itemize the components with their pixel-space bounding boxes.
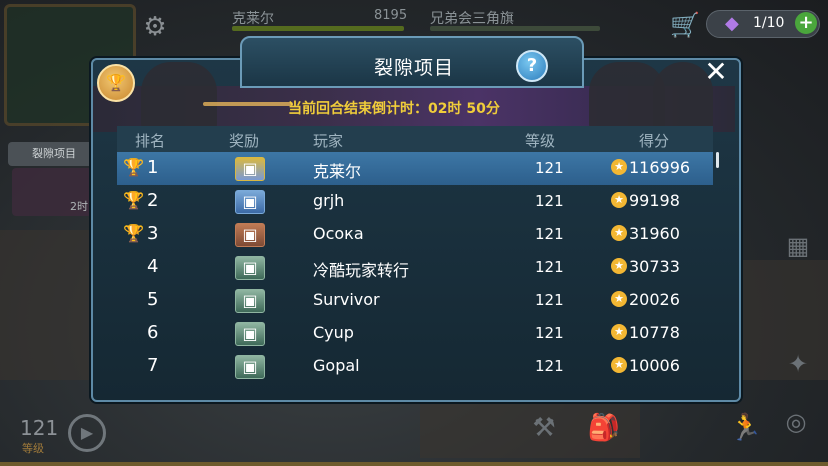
- star-icon: ★: [611, 291, 627, 307]
- target-icon[interactable]: ◎: [778, 404, 814, 440]
- leaderboard-row[interactable]: 🏆 ▣ ★ 2 grjh 121 99198: [117, 185, 713, 218]
- hud-player-name: 克莱尔: [232, 11, 274, 27]
- leaderboard-row[interactable]: ▣ ★ 6 Cyup 121 10778: [117, 317, 713, 350]
- silver-cup-icon: 🏆: [123, 191, 145, 211]
- column-level: 等级: [525, 132, 556, 150]
- banner-soldier-left: [141, 62, 217, 132]
- hud-guild-bar: [430, 26, 600, 31]
- star-icon: ★: [611, 225, 627, 241]
- hud-progress-bar: [232, 26, 404, 31]
- close-button[interactable]: ✕: [700, 56, 732, 88]
- rank-number: 2: [147, 190, 159, 211]
- anvil-icon[interactable]: ⚒: [526, 410, 562, 446]
- round-countdown: 当前回合结束倒计时：02时 50分: [288, 101, 500, 117]
- trophy-icon[interactable]: 🏆: [97, 64, 135, 102]
- leaderboard-row[interactable]: 🏆 ▣ ★ 1 克莱尔 121 116996: [117, 152, 713, 185]
- rank-number: 4: [147, 256, 159, 277]
- scene-building: [0, 230, 90, 380]
- backpack-icon[interactable]: 🎒: [586, 410, 622, 446]
- player-level-value: 121: [20, 416, 59, 440]
- weapon-icon[interactable]: ✦: [780, 346, 816, 382]
- add-energy-button[interactable]: +: [795, 12, 817, 34]
- leaderboard-row[interactable]: ▣ ★ 5 Survivor 121 20026: [117, 284, 713, 317]
- dialog-title: 裂隙项目: [373, 57, 454, 79]
- column-reward: 奖励: [229, 132, 260, 150]
- bottom-strip: [0, 462, 828, 466]
- rank-number: 5: [147, 289, 159, 310]
- leaderboard-rows: 🏆 ▣ ★ 1 克莱尔 121 116996 🏆 ▣ ★ 2 grjh 121 99198 🏆 ▣ ★ 3 Осок…: [117, 152, 713, 382]
- player-name: Survivor: [313, 290, 380, 309]
- green-crate-icon[interactable]: ▣: [235, 289, 265, 313]
- player-score: 20026: [629, 290, 680, 309]
- player-score: 116996: [629, 158, 691, 177]
- player-level: 121: [535, 324, 564, 342]
- player-name: Осока: [313, 224, 364, 243]
- player-name: Cyup: [313, 323, 354, 342]
- hud-guild-name: 兄弟会三角旗: [430, 11, 514, 27]
- player-level: 121: [535, 159, 564, 177]
- column-rank: 排名: [135, 132, 166, 150]
- base-icon[interactable]: ▦: [780, 228, 816, 264]
- gear-icon[interactable]: ⚙: [140, 12, 170, 42]
- help-button[interactable]: ?: [516, 50, 548, 82]
- leaderboard-row[interactable]: ▣ ★ 4 冷酷玩家转行 121 30733: [117, 251, 713, 284]
- replay-icon[interactable]: ▶: [68, 414, 106, 452]
- hud-score: 8195: [374, 8, 408, 23]
- banner-muzzle-flash: [203, 102, 293, 106]
- bronze-cup-icon: 🏆: [123, 224, 145, 244]
- star-icon: ★: [611, 258, 627, 274]
- gold-crate-icon[interactable]: ▣: [235, 157, 265, 181]
- energy-counter: ◆ 1/10 +: [706, 10, 820, 38]
- player-level: 121: [535, 291, 564, 309]
- bronze-crate-icon[interactable]: ▣: [235, 223, 265, 247]
- blue-crate-icon[interactable]: ▣: [235, 190, 265, 214]
- star-icon: ★: [611, 192, 627, 208]
- green-crate-icon[interactable]: ▣: [235, 256, 265, 280]
- rank-number: 7: [147, 355, 159, 376]
- rank-number: 3: [147, 223, 159, 244]
- player-score: 99198: [629, 191, 680, 210]
- energy-value: 1/10: [753, 15, 785, 31]
- leaderboard-scrollbar[interactable]: [716, 152, 719, 168]
- gold-cup-icon: 🏆: [123, 158, 145, 178]
- shop-cart-icon[interactable]: 🛒: [668, 10, 702, 40]
- player-score: 31960: [629, 224, 680, 243]
- player-level: 121: [535, 225, 564, 243]
- column-score: 得分: [639, 132, 670, 150]
- player-level: 121: [535, 357, 564, 375]
- player-score: 10006: [629, 356, 680, 375]
- player-name: grjh: [313, 191, 345, 210]
- left-tab-rift-project[interactable]: 裂隙项目: [8, 142, 100, 166]
- player-score: 10778: [629, 323, 680, 342]
- left-event-thumbnail[interactable]: 2时: [12, 168, 92, 216]
- energy-crystal-icon: ◆: [725, 13, 739, 34]
- green-crate-icon[interactable]: ▣: [235, 322, 265, 346]
- player-name: 冷酷玩家转行: [313, 261, 410, 280]
- rank-number: 6: [147, 322, 159, 343]
- player-name: Gopal: [313, 356, 360, 375]
- runner-icon[interactable]: 🏃: [728, 410, 764, 446]
- leaderboard-header: 排名 奖励 玩家 等级 得分: [117, 126, 713, 152]
- green-crate-icon[interactable]: ▣: [235, 355, 265, 379]
- column-player: 玩家: [313, 132, 344, 150]
- player-score: 30733: [629, 257, 680, 276]
- star-icon: ★: [611, 159, 627, 175]
- rank-number: 1: [147, 157, 159, 178]
- left-thumb-timer: 2时: [70, 200, 88, 213]
- leaderboard-row[interactable]: 🏆 ▣ ★ 3 Осока 121 31960: [117, 218, 713, 251]
- player-level: 121: [535, 258, 564, 276]
- player-level: 121: [535, 192, 564, 210]
- player-level-label: 等级: [22, 442, 44, 455]
- star-icon: ★: [611, 324, 627, 340]
- leaderboard-row[interactable]: ▣ ★ 7 Gopal 121 10006: [117, 350, 713, 382]
- star-icon: ★: [611, 357, 627, 373]
- leaderboard-table: 排名 奖励 玩家 等级 得分 🏆 ▣ ★ 1 克莱尔 121 116996 🏆 ▣ ★ 2 grjh 1…: [117, 126, 713, 382]
- player-name: 克莱尔: [313, 162, 362, 181]
